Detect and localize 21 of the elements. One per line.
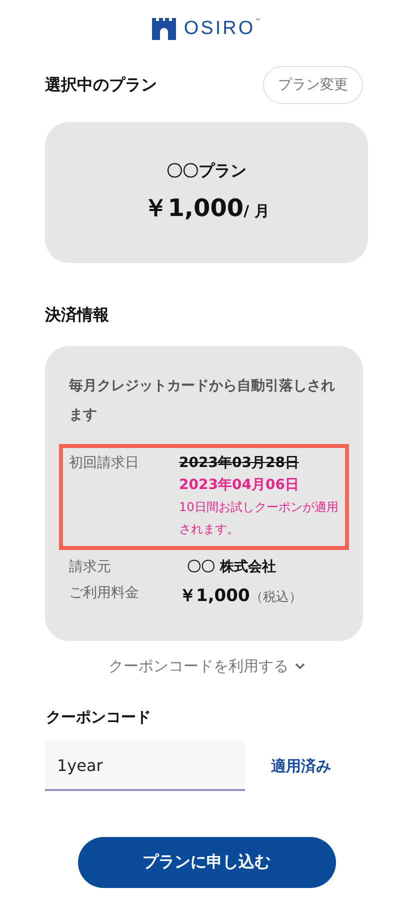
section-title: 決済情報 [45,305,110,326]
fee-value: ￥1,000（税込） [179,589,302,605]
row-label: ご利用料金 [69,584,140,603]
issuer-name: 〇〇 株式会社 [186,559,276,575]
coupon-field[interactable]: 1year [45,741,245,791]
change-plan-button[interactable]: プラン変更 [263,66,363,104]
new-date: 2023年04月06日 [179,476,300,494]
chevron-icon [294,663,304,670]
old-date: 2023年03月28日 [179,454,300,472]
applied-status: 適用済み [271,756,331,776]
apply-plan-button[interactable]: プランに申し込む [78,837,336,888]
row-label: 請求元 [69,558,112,576]
coupon-toggle[interactable]: クーポンコードを利用する [108,657,304,676]
plan-name: 〇〇プラン [166,161,246,182]
section-title: 選択中のプラン [45,74,157,96]
row-label: 初回請求日 [69,454,140,473]
payment-description: 毎月クレジットカードから自動引落しされます [69,377,336,425]
coupon-note: 10日間お試しクーポンが適用されます。 [179,499,339,538]
plan-price: ￥1,000/ 月 [144,193,270,224]
coupon-label: クーポンコード [46,708,152,727]
castle-icon [152,18,176,40]
